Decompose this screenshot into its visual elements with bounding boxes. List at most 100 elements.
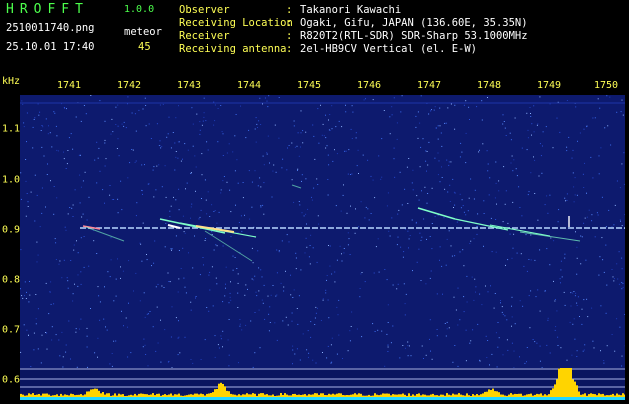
noise-speck [66, 230, 67, 231]
noise-speck [178, 189, 179, 190]
histogram-bar [150, 395, 152, 398]
noise-speck [168, 361, 169, 362]
noise-speck [205, 179, 206, 180]
noise-speck [577, 258, 578, 259]
noise-speck [48, 133, 49, 134]
histogram-bar [38, 394, 40, 397]
noise-speck [297, 308, 298, 309]
noise-speck [442, 177, 443, 178]
noise-speck [416, 222, 417, 223]
noise-speck [427, 151, 428, 152]
noise-speck [358, 150, 359, 151]
noise-speck [253, 262, 254, 263]
noise-speck [560, 282, 561, 283]
noise-speck [141, 261, 142, 262]
noise-speck [22, 298, 23, 299]
header-panel: HROFFT 1.0.0 2510011740.png 25.10.01 17:… [0, 0, 629, 74]
histogram-bar [232, 394, 234, 397]
histogram-bar [206, 394, 208, 397]
noise-speck [419, 200, 420, 201]
noise-speck [29, 295, 30, 296]
noise-speck [572, 324, 573, 325]
noise-speck [571, 355, 572, 356]
histogram-bar [518, 394, 520, 397]
noise-speck [260, 124, 261, 125]
noise-speck [397, 122, 398, 123]
noise-speck [230, 293, 231, 294]
noise-speck [195, 298, 196, 299]
noise-speck [491, 354, 492, 355]
histogram-canvas [20, 368, 625, 400]
noise-speck [345, 111, 346, 112]
noise-speck [158, 164, 159, 165]
noise-speck [452, 256, 453, 257]
noise-speck [262, 276, 263, 277]
noise-speck [503, 166, 504, 167]
noise-speck [440, 125, 441, 126]
noise-speck [431, 248, 432, 249]
noise-speck [467, 302, 468, 303]
noise-speck [441, 146, 442, 147]
noise-speck [127, 96, 128, 97]
noise-speck [213, 125, 214, 126]
noise-speck [237, 293, 238, 294]
noise-speck [330, 246, 331, 247]
noise-speck [507, 223, 508, 224]
noise-speck [147, 259, 148, 260]
noise-speck [513, 234, 514, 235]
noise-speck [558, 221, 559, 222]
noise-speck [537, 220, 538, 221]
noise-speck [140, 300, 141, 301]
noise-speck [217, 245, 218, 246]
noise-speck [147, 314, 148, 315]
histogram-bar [552, 388, 554, 397]
noise-speck [421, 237, 422, 238]
noise-speck [504, 315, 505, 316]
noise-speck [621, 258, 622, 259]
noise-speck [146, 254, 147, 255]
noise-speck [573, 291, 574, 292]
noise-speck [487, 97, 488, 98]
noise-speck [178, 141, 179, 142]
histogram-bar [40, 396, 42, 398]
noise-speck [299, 201, 300, 202]
noise-speck [378, 155, 379, 156]
noise-speck [87, 336, 88, 337]
histogram-bar [226, 391, 228, 397]
noise-speck [259, 310, 260, 311]
noise-speck [447, 322, 448, 323]
noise-speck [464, 105, 465, 106]
histogram-bar [576, 385, 578, 397]
noise-speck [623, 287, 624, 288]
histogram-bar [412, 394, 414, 397]
noise-speck [325, 137, 326, 138]
noise-speck [496, 204, 497, 205]
noise-speck [71, 133, 72, 134]
noise-speck [212, 266, 213, 267]
noise-speck [97, 357, 98, 358]
noise-speck [196, 167, 197, 168]
noise-speck [117, 258, 118, 259]
noise-speck [87, 220, 88, 221]
noise-speck [612, 226, 613, 227]
noise-speck [302, 174, 303, 175]
noise-speck [402, 204, 403, 205]
noise-speck [620, 219, 621, 220]
histogram-bar [22, 395, 24, 397]
histogram-bar [164, 394, 166, 397]
noise-speck [81, 187, 82, 188]
noise-speck [426, 355, 427, 356]
histogram-bar [108, 393, 110, 397]
noise-speck [115, 341, 116, 342]
noise-speck [279, 250, 280, 251]
noise-speck [600, 350, 601, 351]
noise-speck [332, 338, 333, 339]
noise-speck [384, 110, 385, 111]
noise-speck [216, 223, 217, 224]
noise-speck [168, 133, 169, 134]
noise-speck [254, 352, 255, 353]
noise-speck [566, 200, 567, 201]
histogram-bar [384, 394, 386, 397]
histogram-bar [156, 394, 158, 397]
noise-speck [545, 204, 546, 205]
